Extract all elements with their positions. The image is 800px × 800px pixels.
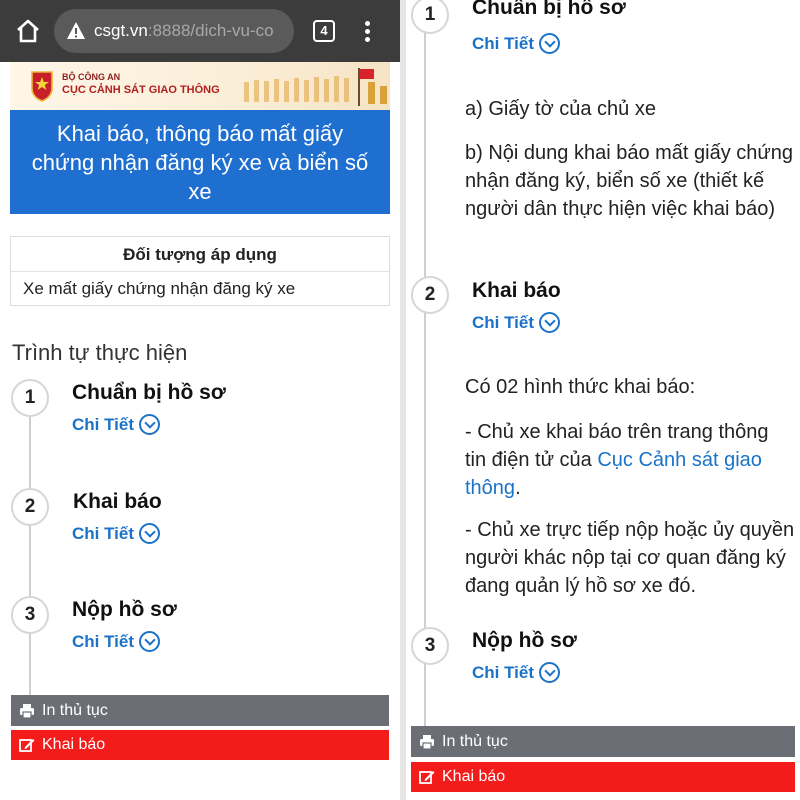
edit-icon bbox=[419, 771, 435, 784]
site-header: BỘ CÔNG AN CỤC CẢNH SÁT GIAO THÔNG bbox=[10, 62, 390, 110]
home-icon[interactable] bbox=[14, 17, 42, 45]
detail-toggle-1[interactable]: Chi Tiết bbox=[472, 33, 561, 54]
printer-icon bbox=[20, 703, 34, 719]
step2-option-2: - Chủ xe trực tiếp nộp hoặc ủy quyền ngư… bbox=[465, 519, 795, 597]
org-name: CỤC CẢNH SÁT GIAO THÔNG bbox=[62, 84, 220, 96]
step-title-1: Chuẩn bị hồ sơ bbox=[472, 0, 626, 19]
page-title: Khai báo, thông báo mất giấy chứng nhận … bbox=[10, 110, 390, 214]
more-menu-icon[interactable] bbox=[360, 18, 374, 46]
step-title-3: Nộp hồ sơ bbox=[72, 598, 177, 621]
police-emblem-icon bbox=[31, 71, 53, 102]
divider bbox=[11, 271, 389, 272]
printer-icon bbox=[420, 734, 434, 750]
print-procedure-button[interactable]: In thủ tục bbox=[11, 695, 389, 726]
chevron-down-icon[interactable] bbox=[139, 414, 161, 435]
chevron-down-icon[interactable] bbox=[139, 631, 161, 652]
step-title-2: Khai báo bbox=[73, 490, 162, 513]
step-title-3: Nộp hồ sơ bbox=[472, 629, 577, 652]
declare-button[interactable]: Khai báo bbox=[411, 762, 795, 792]
declare-label: Khai báo bbox=[442, 768, 506, 785]
detail-toggle-2[interactable]: Chi Tiết bbox=[472, 312, 561, 333]
step-title-1: Chuẩn bị hồ sơ bbox=[72, 381, 226, 404]
step-number-2: 2 bbox=[411, 276, 449, 314]
chevron-down-icon[interactable] bbox=[539, 312, 561, 333]
step-number-1: 1 bbox=[11, 379, 49, 417]
step-number-3: 3 bbox=[411, 627, 449, 665]
parade-banner-image bbox=[244, 68, 387, 106]
applicability-heading: Đối tượng áp dụng bbox=[123, 245, 277, 264]
edit-icon bbox=[19, 739, 35, 752]
org-small-text: BỘ CÔNG AN bbox=[62, 72, 121, 82]
applicability-value: Xe mất giấy chứng nhận đăng ký xe bbox=[23, 279, 296, 298]
chevron-down-icon[interactable] bbox=[139, 523, 161, 544]
detail-toggle-2[interactable]: Chi Tiết bbox=[72, 523, 161, 544]
timeline-line bbox=[29, 398, 31, 710]
chevron-down-icon[interactable] bbox=[539, 33, 561, 54]
detail-toggle-1[interactable]: Chi Tiết bbox=[72, 414, 161, 435]
warning-icon bbox=[67, 22, 85, 39]
browser-toolbar: csgt.vn:8888/dich-vu-co 4 bbox=[0, 0, 400, 62]
url-text: csgt.vn:8888/dich-vu-co bbox=[94, 21, 274, 40]
declare-label: Khai báo bbox=[42, 736, 106, 753]
left-screenshot: csgt.vn:8888/dich-vu-co 4 BỘ CÔNG AN CỤC… bbox=[0, 0, 400, 800]
detail-toggle-3[interactable]: Chi Tiết bbox=[472, 662, 561, 683]
timeline-line bbox=[424, 0, 426, 735]
step2-intro: Có 02 hình thức khai báo: bbox=[465, 376, 696, 398]
step-title-2: Khai báo bbox=[472, 279, 561, 302]
detail-toggle-3[interactable]: Chi Tiết bbox=[72, 631, 161, 652]
declare-button[interactable]: Khai báo bbox=[11, 730, 389, 760]
step1-item-a: a) Giấy tờ của chủ xe bbox=[465, 98, 656, 120]
tab-count-button[interactable]: 4 bbox=[313, 20, 335, 42]
procedure-title: Trình tự thực hiện bbox=[12, 340, 188, 365]
print-procedure-button[interactable]: In thủ tục bbox=[411, 726, 795, 757]
chevron-down-icon[interactable] bbox=[539, 662, 561, 683]
right-screenshot: 1 Chuẩn bị hồ sơ Chi Tiết a) Giấy tờ của… bbox=[406, 0, 800, 800]
print-label: In thủ tục bbox=[42, 701, 108, 719]
step2-option-1: - Chủ xe khai báo trên trang thông tin đ… bbox=[465, 421, 769, 499]
step-number-3: 3 bbox=[11, 596, 49, 634]
address-bar[interactable]: csgt.vn:8888/dich-vu-co bbox=[54, 9, 294, 53]
applicability-box: Đối tượng áp dụng Xe mất giấy chứng nhận… bbox=[10, 236, 390, 306]
print-label: In thủ tục bbox=[442, 732, 508, 750]
step-number-1: 1 bbox=[411, 0, 449, 34]
step-number-2: 2 bbox=[11, 488, 49, 526]
step1-item-b: b) Nội dung khai báo mất giấy chứng nhận… bbox=[465, 142, 794, 220]
